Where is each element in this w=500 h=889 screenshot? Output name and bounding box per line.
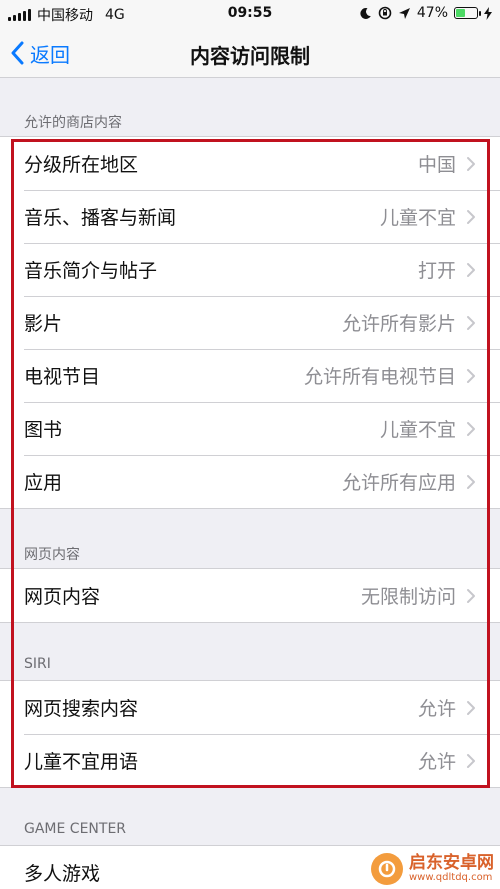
row-tv-shows[interactable]: 电视节目 允许所有电视节目	[0, 349, 500, 402]
watermark-text: 启东安卓网 www.qdltdq.com	[409, 852, 494, 883]
row-label: 网页内容	[24, 586, 101, 608]
chevron-right-icon	[467, 262, 475, 277]
status-right: 47%	[359, 5, 492, 21]
chevron-right-icon	[467, 209, 475, 224]
row-label: 网页搜索内容	[24, 698, 139, 720]
battery-percent: 47%	[416, 5, 448, 21]
row-value: 允许	[417, 698, 456, 720]
location-icon	[398, 7, 410, 19]
row-value: 允许所有影片	[341, 313, 456, 335]
row-value: 无限制访问	[360, 586, 456, 608]
chevron-right-icon	[467, 315, 475, 330]
watermark-logo-icon	[371, 853, 403, 885]
section-header-web-content: 网页内容	[24, 547, 80, 563]
row-value: 打开	[417, 260, 456, 282]
page-title: 内容访问限制	[190, 44, 310, 68]
navigation-bar: 返回 内容访问限制	[0, 28, 500, 78]
row-ratings-region[interactable]: 分级所在地区 中国	[0, 137, 500, 190]
row-value: 允许	[417, 751, 456, 773]
watermark-url: www.qdltdq.com	[409, 871, 493, 883]
row-web-search-content[interactable]: 网页搜索内容 允许	[0, 681, 500, 734]
chevron-right-icon	[467, 588, 475, 603]
status-bar: 中国移动 4G 09:55 47%	[0, 0, 500, 28]
chevron-right-icon	[467, 421, 475, 436]
row-apps[interactable]: 应用 允许所有应用	[0, 455, 500, 508]
row-music-profiles-posts[interactable]: 音乐简介与帖子 打开	[0, 243, 500, 296]
watermark-title: 启东安卓网	[409, 852, 494, 873]
row-label: 音乐、播客与新闻	[24, 207, 177, 229]
row-label: 分级所在地区	[24, 154, 139, 176]
moon-icon	[360, 7, 371, 19]
row-label: 图书	[24, 419, 63, 441]
row-music-podcasts-news[interactable]: 音乐、播客与新闻 儿童不宜	[0, 190, 500, 243]
chevron-right-icon	[467, 156, 475, 171]
row-value: 允许所有应用	[341, 472, 456, 494]
siri-group: 网页搜索内容 允许 儿童不宜用语 允许	[0, 680, 500, 788]
chevron-right-icon	[467, 700, 475, 715]
row-value: 儿童不宜	[379, 419, 456, 441]
row-label: 影片	[24, 313, 63, 335]
row-web-content[interactable]: 网页内容 无限制访问	[0, 569, 500, 622]
settings-screen: 中国移动 4G 09:55 47% 返回 内容访问限制 允许的商店内容 分级所在…	[0, 0, 500, 889]
watermark: 启东安卓网 www.qdltdq.com	[371, 853, 494, 885]
web-content-group: 网页内容 无限制访问	[0, 568, 500, 623]
section-header-store-content: 允许的商店内容	[24, 115, 122, 131]
row-movies[interactable]: 影片 允许所有影片	[0, 296, 500, 349]
row-label: 儿童不宜用语	[24, 751, 139, 773]
row-label: 应用	[24, 472, 63, 494]
orientation-lock-icon	[378, 6, 392, 20]
row-books[interactable]: 图书 儿童不宜	[0, 402, 500, 455]
section-header-siri: SIRI	[24, 656, 51, 672]
charging-icon	[484, 6, 492, 20]
row-label: 音乐简介与帖子	[24, 260, 158, 282]
row-value: 儿童不宜	[379, 207, 456, 229]
chevron-right-icon	[467, 368, 475, 383]
row-value: 允许所有电视节目	[303, 366, 456, 388]
store-content-group: 分级所在地区 中国 音乐、播客与新闻 儿童不宜 音乐简介与帖子 打开 影片 允许…	[0, 136, 500, 509]
row-explicit-language[interactable]: 儿童不宜用语 允许	[0, 734, 500, 787]
chevron-right-icon	[467, 753, 475, 768]
section-header-game-center: GAME CENTER	[24, 821, 127, 837]
chevron-right-icon	[467, 474, 475, 489]
battery-icon	[454, 7, 481, 19]
row-label: 电视节目	[24, 366, 101, 388]
row-value: 中国	[417, 154, 456, 176]
